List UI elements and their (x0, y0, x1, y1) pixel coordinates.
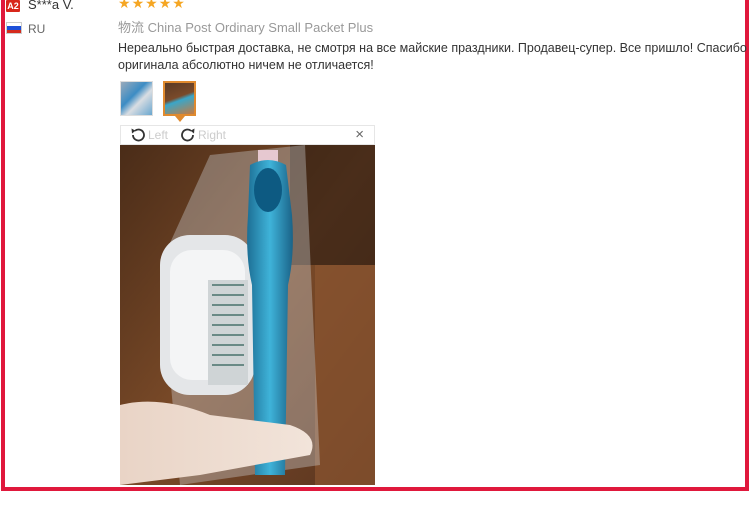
review-photo-thumbnail-1[interactable] (120, 81, 153, 116)
razor-photo-icon (120, 145, 375, 485)
rating-stars: ★ ★ ★ ★ ★ (118, 0, 185, 10)
star-icon: ★ (172, 0, 185, 11)
selected-thumbnail-caret-icon (175, 116, 185, 122)
photo-viewer-toolbar: Left Right × (120, 125, 375, 145)
star-icon: ★ (158, 0, 172, 11)
shipping-info: 物流 China Post Ordinary Small Packet Plus (118, 17, 373, 36)
review-photo-large (120, 145, 375, 485)
shipping-prefix: 物流 (118, 20, 145, 35)
review-text: Нереально быстрая доставка, не смотря на… (118, 40, 750, 74)
rotate-left-button[interactable]: Left (129, 126, 168, 144)
rotate-left-icon (131, 128, 145, 142)
rotate-right-label: Right (198, 128, 227, 142)
review-line-1: Нереально быстрая доставка, не смотря на… (118, 41, 747, 55)
shipping-method: China Post Ordinary Small Packet Plus (147, 20, 374, 35)
close-viewer-button[interactable]: × (355, 127, 364, 143)
review-photo-thumbnail-2[interactable] (163, 81, 196, 116)
review-line-2: оригинала абсолютно ничем не отличается! (118, 58, 374, 72)
reviewer-name: S***a V. (28, 0, 74, 12)
reviewer-level-badge: A2 (6, 0, 20, 12)
reviewer-country: RU (28, 22, 46, 36)
russia-flag-icon (6, 22, 22, 34)
rotate-left-label: Left (148, 128, 169, 142)
star-icon: ★ (145, 0, 158, 11)
rotate-right-button[interactable]: Right (179, 126, 226, 144)
star-icon: ★ (118, 0, 131, 11)
rotate-right-icon (181, 128, 195, 142)
star-icon: ★ (131, 0, 145, 11)
